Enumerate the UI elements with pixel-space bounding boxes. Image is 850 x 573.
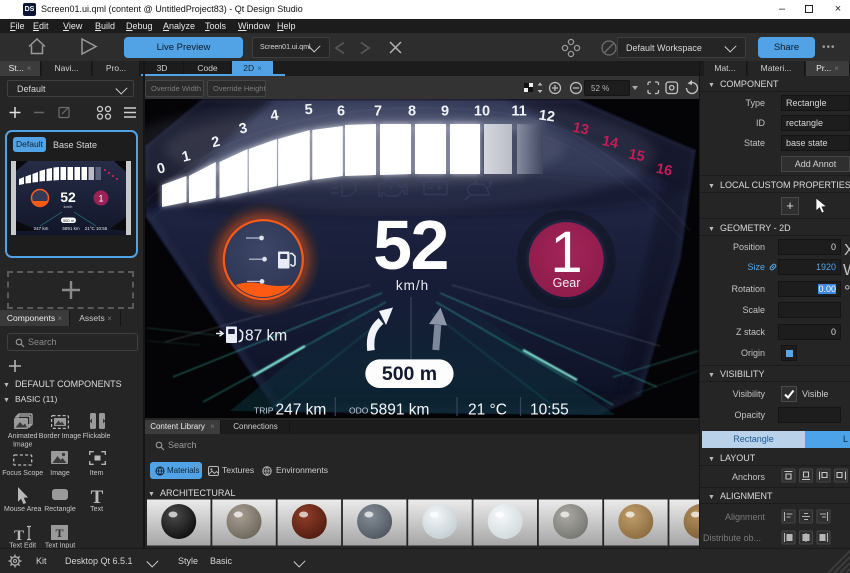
svg-text:T: T: [55, 526, 63, 540]
svg-text:Mouse Area: Mouse Area: [4, 506, 41, 513]
svg-text:Image: Image: [13, 442, 33, 449]
svg-text:10:55: 10:55: [530, 402, 569, 419]
svg-text:52: 52: [373, 206, 448, 284]
svg-text:8: 8: [408, 104, 416, 120]
svg-text:Item: Item: [90, 470, 104, 477]
svg-text:Flickable: Flickable: [83, 433, 111, 440]
svg-text:5: 5: [304, 102, 313, 118]
svg-text:11: 11: [511, 104, 526, 120]
svg-text:6: 6: [337, 104, 345, 120]
svg-text:14: 14: [601, 133, 620, 152]
svg-text:9: 9: [441, 104, 449, 120]
svg-text:15: 15: [627, 146, 646, 165]
svg-text:T: T: [91, 487, 104, 508]
svg-text:7: 7: [374, 104, 382, 120]
svg-text:5891 km: 5891 km: [370, 402, 429, 419]
svg-text:52: 52: [60, 189, 76, 205]
svg-text:km/h: km/h: [396, 278, 429, 293]
svg-text:Focus Scope: Focus Scope: [2, 470, 43, 477]
svg-text:16: 16: [655, 161, 674, 180]
svg-text:Gear: Gear: [553, 276, 581, 290]
svg-text:Text: Text: [90, 506, 103, 513]
svg-text:km/h: km/h: [64, 204, 73, 209]
svg-text:Animated: Animated: [8, 433, 38, 440]
svg-text:12: 12: [538, 107, 556, 125]
svg-text:87 km: 87 km: [245, 328, 287, 345]
svg-text:13: 13: [571, 120, 590, 139]
svg-text:500 m: 500 m: [63, 218, 75, 223]
svg-text:500 m: 500 m: [382, 363, 437, 385]
svg-text:21°C 10:55: 21°C 10:55: [85, 226, 108, 231]
svg-text:1: 1: [98, 194, 103, 204]
svg-text:247 km: 247 km: [276, 402, 327, 419]
svg-text:5891 km: 5891 km: [62, 226, 80, 231]
svg-text:247 km: 247 km: [34, 226, 49, 231]
svg-text:ODO: ODO: [349, 406, 369, 416]
svg-text:Image: Image: [50, 470, 70, 477]
svg-text:10: 10: [474, 104, 490, 120]
svg-text:TRIP: TRIP: [254, 406, 274, 416]
svg-text:Border Image: Border Image: [39, 433, 82, 440]
svg-text:21 °C: 21 °C: [468, 402, 507, 419]
svg-text:Rectangle: Rectangle: [44, 506, 76, 513]
